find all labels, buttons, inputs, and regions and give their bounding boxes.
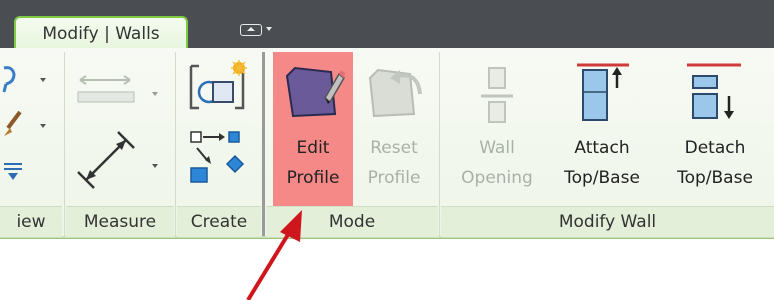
reset-profile-icon bbox=[368, 68, 422, 118]
attach-line2: Top/Base bbox=[564, 168, 640, 188]
attach-top-base-button[interactable]: Attach Top/Base bbox=[547, 52, 657, 208]
quick-access-dropdown[interactable] bbox=[232, 20, 272, 40]
edit-profile-line1: Edit bbox=[296, 138, 330, 158]
wall-opening-icon bbox=[481, 67, 513, 123]
reset-profile-line1: Reset bbox=[370, 138, 418, 158]
measure-panel-label[interactable]: Measure bbox=[66, 206, 174, 237]
aligned-dimension-icon[interactable] bbox=[74, 72, 136, 106]
wall-opening-line2: Opening bbox=[461, 168, 533, 188]
aligned-dimension-dropdown[interactable] bbox=[152, 92, 158, 96]
create-similar-icon[interactable] bbox=[187, 60, 251, 114]
paint-dropdown[interactable] bbox=[40, 124, 46, 128]
edit-profile-line2: Profile bbox=[286, 168, 340, 188]
modify-wall-panel-label[interactable]: Modify Wall bbox=[441, 206, 774, 237]
detach-top-base-icon bbox=[687, 63, 741, 119]
wall-opening-line1: Wall bbox=[479, 138, 515, 158]
wall-opening-button[interactable]: Wall Opening bbox=[447, 52, 547, 208]
attach-line1: Attach bbox=[574, 138, 630, 158]
magnifier-icon[interactable] bbox=[2, 64, 24, 94]
reset-profile-button[interactable]: Reset Profile bbox=[356, 52, 432, 208]
dropdown-panel-icon bbox=[240, 24, 262, 36]
detach-line2: Top/Base bbox=[677, 168, 753, 188]
edit-profile-button[interactable]: Edit Profile bbox=[273, 52, 353, 208]
create-group-icon[interactable] bbox=[189, 130, 247, 186]
reset-profile-line2: Profile bbox=[367, 168, 421, 188]
chevron-down-icon bbox=[266, 27, 272, 31]
detach-line1: Detach bbox=[684, 138, 746, 158]
view-panel-label[interactable]: iew bbox=[0, 206, 62, 237]
red-arrow-icon bbox=[246, 210, 302, 300]
measure-dropdown[interactable] bbox=[152, 164, 158, 168]
detach-top-base-button[interactable]: Detach Top/Base bbox=[659, 52, 771, 208]
panel-divider bbox=[439, 52, 440, 236]
tab-modify-walls[interactable]: Modify | Walls bbox=[14, 16, 188, 50]
paint-brush-icon[interactable] bbox=[2, 110, 26, 138]
attach-top-base-icon bbox=[577, 63, 629, 121]
hide-element-icon[interactable] bbox=[2, 160, 24, 182]
magnifier-dropdown[interactable] bbox=[40, 78, 46, 82]
panel-divider bbox=[175, 52, 176, 236]
edit-profile-icon bbox=[285, 66, 345, 118]
panel-divider bbox=[64, 52, 65, 236]
measure-diagonal-icon[interactable] bbox=[76, 130, 136, 190]
